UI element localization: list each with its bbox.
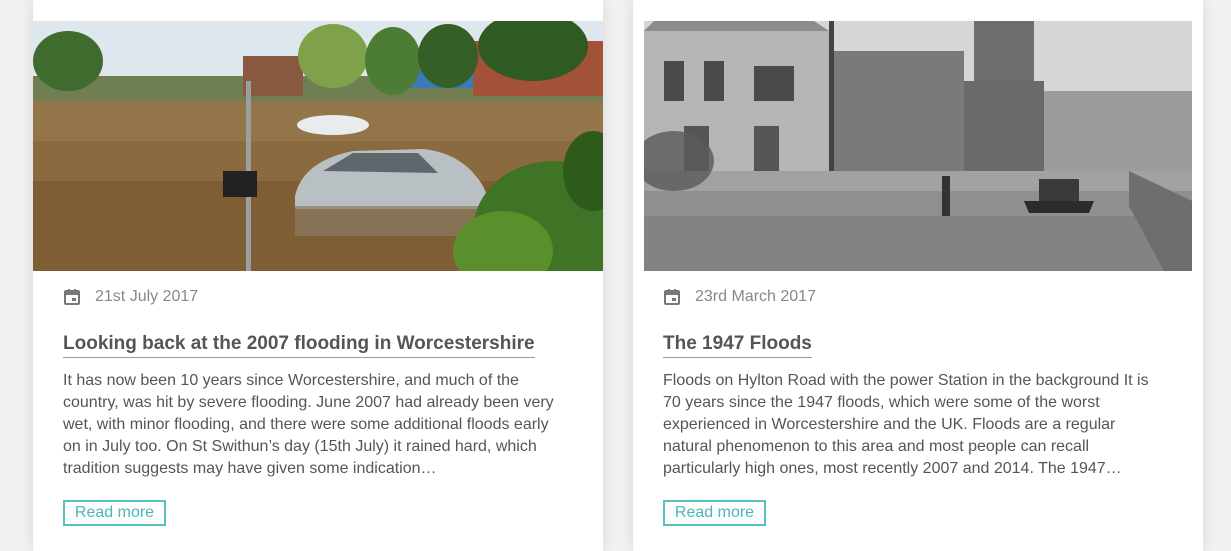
post-date: 23rd March 2017 [663, 288, 816, 306]
post-excerpt: Floods on Hylton Road with the power Sta… [663, 372, 1149, 477]
post-card: 23rd March 2017 The 1947 Floods Floods o… [633, 0, 1203, 551]
post-image[interactable] [644, 21, 1192, 271]
read-more-button[interactable]: Read more [63, 500, 166, 526]
read-more-button[interactable]: Read more [663, 500, 766, 526]
post-title-link[interactable]: The 1947 Floods [663, 333, 812, 358]
calendar-icon [64, 289, 80, 305]
post-date-text: 23rd March 2017 [695, 288, 816, 305]
post-date: 21st July 2017 [63, 288, 198, 306]
post-grid: 21st July 2017 Looking back at the 2007 … [0, 0, 1231, 551]
post-excerpt: It has now been 10 years since Worcester… [63, 372, 554, 477]
calendar-icon [664, 289, 680, 305]
post-image[interactable] [33, 21, 603, 271]
post-date-text: 21st July 2017 [95, 288, 199, 305]
post-title-link[interactable]: Looking back at the 2007 flooding in Wor… [63, 333, 535, 358]
flooded-car-park-photo [33, 21, 603, 271]
historic-flood-street-photo [644, 21, 1192, 271]
post-card: 21st July 2017 Looking back at the 2007 … [33, 0, 603, 551]
